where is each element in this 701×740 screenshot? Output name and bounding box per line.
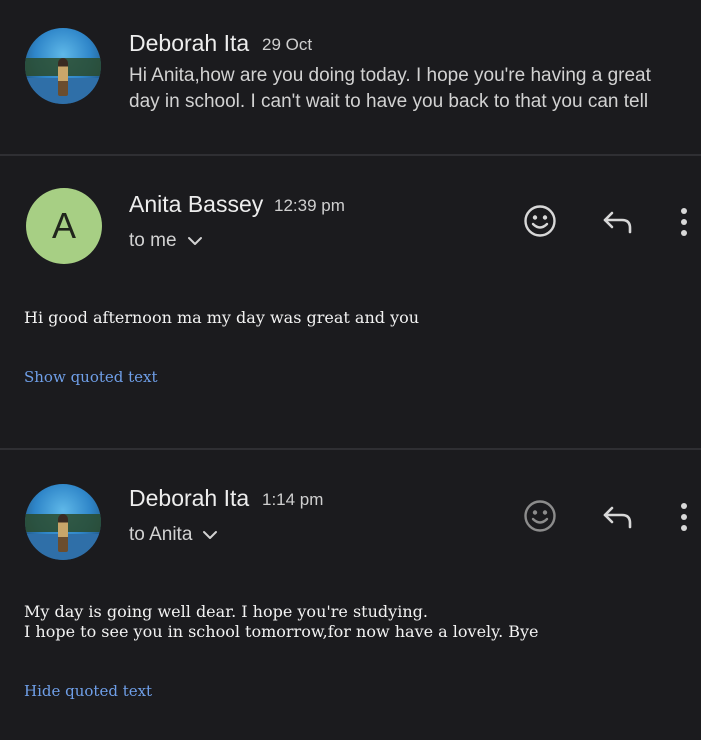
message-body: My day is going well dear. I hope you're… <box>24 602 539 642</box>
chevron-down-icon <box>187 237 202 245</box>
message-collapsed-1[interactable]: Deborah Ita 29 Oct Hi Anita,how are you … <box>0 0 701 155</box>
body-line: My day is going well dear. I hope you're… <box>24 602 428 621</box>
show-quoted-text-link[interactable]: Show quoted text <box>24 368 158 386</box>
body-line: I hope to see you in school tomorrow,for… <box>24 622 539 641</box>
message-expanded-2: A Anita Bassey 12:39 pm to me Hi good af… <box>0 156 701 448</box>
avatar-letter: A <box>51 205 76 246</box>
message-snippet-line1: Hi Anita,how are you doing today. I hope… <box>129 65 651 86</box>
message-time: 1:14 pm <box>262 490 324 509</box>
message-time: 12:39 pm <box>274 196 345 215</box>
hide-quoted-text-link[interactable]: Hide quoted text <box>24 682 152 700</box>
message-date: 29 Oct <box>262 35 313 54</box>
more-vert-icon[interactable] <box>679 207 689 237</box>
message-expanded-3: Deborah Ita 1:14 pm to Anita My day is g… <box>0 450 701 740</box>
recipient-label: to me <box>129 230 177 251</box>
sender-name: Deborah Ita <box>129 485 250 511</box>
reply-icon[interactable] <box>602 210 634 234</box>
sender-avatar[interactable] <box>25 28 101 104</box>
sender-avatar[interactable] <box>25 484 101 560</box>
reply-icon[interactable] <box>602 505 634 529</box>
emoji-icon[interactable] <box>523 204 557 238</box>
recipient-label: to Anita <box>129 524 193 545</box>
sender-avatar[interactable]: A <box>26 188 102 264</box>
recipient-details-toggle[interactable]: to Anita <box>129 524 218 546</box>
emoji-icon[interactable] <box>523 499 557 533</box>
body-line: Hi good afternoon ma my day was great an… <box>24 308 420 327</box>
sender-name: Anita Bassey <box>129 191 264 217</box>
chevron-down-icon <box>203 531 218 539</box>
recipient-details-toggle[interactable]: to me <box>129 230 203 252</box>
sender-name: Deborah Ita <box>129 30 250 56</box>
message-snippet-line2: day in school. I can't wait to have you … <box>129 91 649 112</box>
message-body: Hi good afternoon ma my day was great an… <box>24 308 419 328</box>
more-vert-icon[interactable] <box>679 502 689 532</box>
